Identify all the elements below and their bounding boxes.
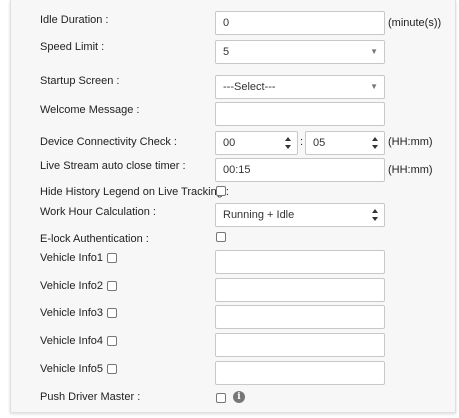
startup-screen-select[interactable]: ---Select--- ▼: [215, 75, 385, 99]
device-connectivity-minutes-value: 05: [313, 137, 326, 149]
speed-limit-value: 5: [223, 46, 230, 58]
elock-authentication-label: E-lock Authentication :: [40, 233, 149, 245]
startup-screen-value: ---Select---: [223, 81, 276, 93]
vehicle-info4-checkbox[interactable]: [107, 336, 117, 346]
vehicle-info2-checkbox[interactable]: [107, 281, 117, 291]
push-driver-master-label: Push Driver Master :: [40, 391, 141, 403]
vehicle-info2-input[interactable]: [215, 278, 385, 302]
vehicle-info5-input[interactable]: [215, 361, 385, 385]
idle-duration-unit: (minute(s)): [388, 17, 442, 29]
device-connectivity-minutes-select[interactable]: 05: [305, 131, 385, 155]
welcome-message-input[interactable]: [215, 102, 385, 126]
work-hour-calculation-value: Running + Idle: [223, 209, 295, 221]
work-hour-calculation-select[interactable]: Running + Idle: [215, 203, 385, 227]
vehicle-info4-input[interactable]: [215, 333, 385, 357]
chevron-down-icon: ▼: [370, 47, 378, 56]
hide-history-legend-label: Hide History Legend on Live Tracking :: [40, 186, 229, 198]
sort-arrows-icon: [372, 209, 379, 221]
live-stream-close-timer-unit: (HH:mm): [388, 164, 433, 176]
vehicle-info2-label: Vehicle Info2 :: [40, 280, 110, 292]
info-icon[interactable]: i: [233, 391, 245, 403]
push-driver-master-checkbox[interactable]: [216, 393, 226, 403]
vehicle-info4-label: Vehicle Info4 :: [40, 335, 110, 347]
device-connectivity-check-label: Device Connectivity Check :: [40, 136, 177, 148]
elock-authentication-checkbox[interactable]: [216, 232, 226, 242]
speed-limit-select[interactable]: 5 ▼: [215, 40, 385, 64]
speed-limit-label: Speed Limit :: [40, 41, 105, 53]
vehicle-info5-label: Vehicle Info5 :: [40, 363, 110, 375]
sort-arrows-icon: [372, 137, 379, 149]
welcome-message-label: Welcome Message :: [40, 104, 140, 116]
startup-screen-label: Startup Screen :: [40, 75, 120, 87]
vehicle-info1-input[interactable]: [215, 250, 385, 274]
time-separator: :: [300, 136, 304, 148]
vehicle-info1-label: Vehicle Info1 :: [40, 252, 110, 264]
device-connectivity-hours-value: 00: [223, 137, 236, 149]
live-stream-close-timer-input[interactable]: 00:15: [215, 158, 385, 182]
idle-duration-label: Idle Duration :: [40, 14, 109, 26]
idle-duration-input[interactable]: 0: [215, 11, 385, 35]
device-connectivity-hours-select[interactable]: 00: [215, 131, 298, 155]
device-connectivity-unit: (HH:mm): [388, 136, 433, 148]
vehicle-info3-label: Vehicle Info3 :: [40, 307, 110, 319]
vehicle-info3-checkbox[interactable]: [107, 308, 117, 318]
work-hour-calculation-label: Work Hour Calculation :: [40, 206, 156, 218]
chevron-down-icon: ▼: [370, 82, 378, 91]
vehicle-info1-checkbox[interactable]: [107, 253, 117, 263]
vehicle-info5-checkbox[interactable]: [107, 364, 117, 374]
vehicle-info3-input[interactable]: [215, 305, 385, 329]
live-stream-close-timer-label: Live Stream auto close timer :: [40, 160, 186, 172]
hide-history-legend-checkbox[interactable]: [216, 186, 226, 196]
sort-arrows-icon: [285, 137, 292, 149]
